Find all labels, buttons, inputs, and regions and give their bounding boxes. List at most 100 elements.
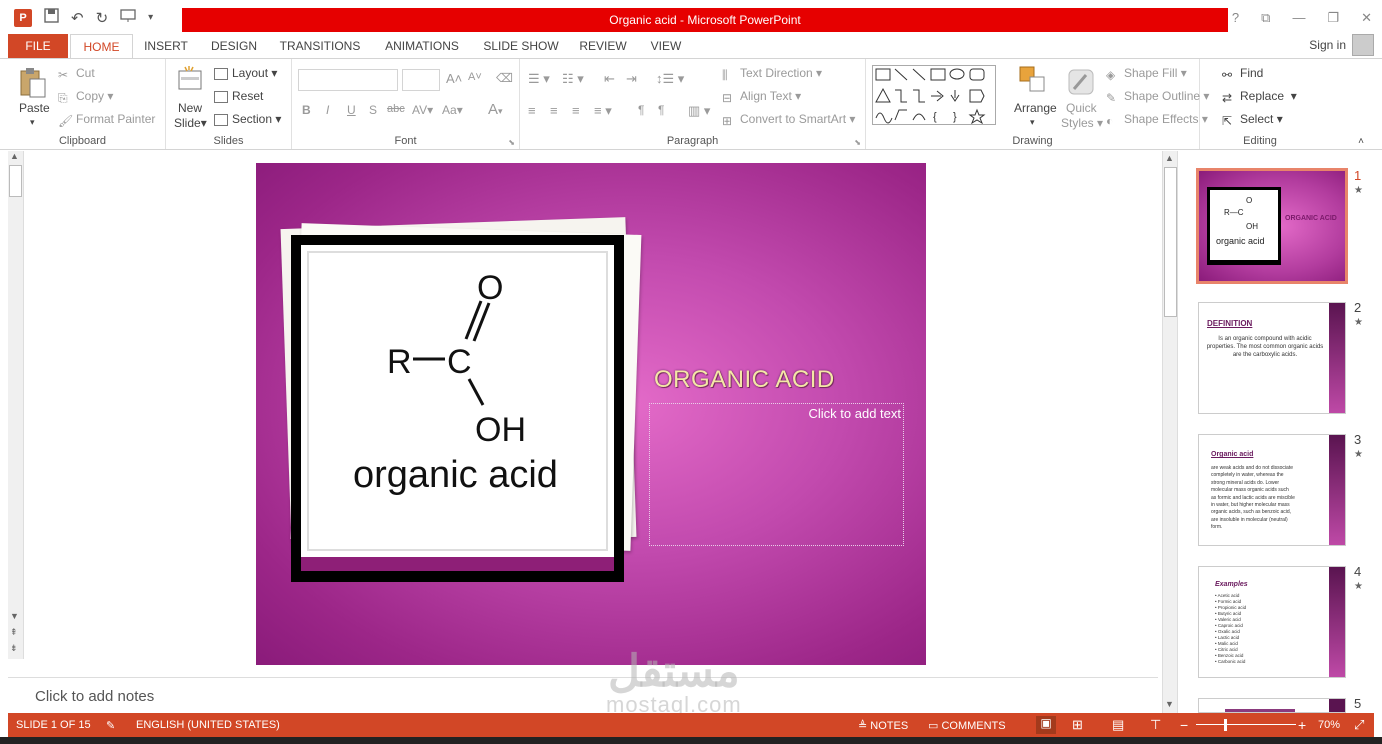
slide-sorter-icon[interactable]: ⊞ [1072, 717, 1083, 733]
normal-view-icon[interactable]: ▣ [1036, 716, 1056, 734]
organic-acid-structure-image[interactable]: R C O OH organic acid [307, 251, 608, 551]
paste-dropdown-icon[interactable]: ▾ [30, 117, 35, 128]
section-button[interactable]: Section ▾ [214, 112, 281, 126]
convert-smartart-button[interactable]: ⊞ Convert to SmartArt ▾ [722, 112, 855, 128]
slideshow-view-icon[interactable]: ⊤ [1150, 717, 1161, 733]
powerpoint-logo-icon[interactable]: P [14, 8, 32, 27]
comments-button[interactable]: ▭ COMMENTS [928, 719, 1006, 732]
ribbon-display-icon[interactable]: ⧉ [1261, 10, 1270, 26]
tab-slide-show[interactable]: SLIDE SHOW [481, 34, 561, 58]
previous-slide-icon[interactable]: ⇞ [10, 627, 18, 638]
save-icon[interactable] [44, 8, 59, 27]
tab-transitions[interactable]: TRANSITIONS [276, 34, 364, 58]
quick-styles-label-1[interactable]: Quick [1066, 101, 1097, 115]
thumb-scroll-up-icon[interactable]: ▲ [1165, 153, 1174, 163]
slide-title[interactable]: ORGANIC ACID [654, 366, 835, 394]
italic-button[interactable]: I [326, 103, 329, 117]
paragraph-dialog-launcher-icon[interactable]: ⬊ [854, 138, 861, 147]
text-direction-button[interactable]: ⫼ Text Direction ▾ [722, 66, 822, 82]
decrease-indent-icon[interactable]: ⇤ [604, 71, 615, 87]
bullets-icon[interactable]: ☰ ▾ [528, 71, 550, 87]
find-button[interactable]: ⚯ Find [1222, 66, 1263, 82]
bold-button[interactable]: B [302, 103, 311, 117]
tab-home[interactable]: HOME [70, 34, 133, 59]
undo-icon[interactable]: ↶ [71, 9, 84, 27]
font-name-input[interactable] [298, 69, 398, 91]
thumb-scroll-thumb[interactable] [1164, 167, 1177, 317]
slide-counter[interactable]: SLIDE 1 OF 15 [16, 719, 91, 731]
scroll-down-icon[interactable]: ▼ [10, 611, 19, 621]
rtl-icon[interactable]: ¶ [658, 103, 664, 117]
new-slide-icon[interactable] [176, 65, 204, 98]
thumb-scroll-down-icon[interactable]: ▼ [1165, 699, 1174, 709]
paste-icon[interactable] [18, 67, 48, 102]
quick-styles-icon[interactable] [1066, 67, 1096, 100]
slide-thumbnail-5[interactable] [1198, 698, 1346, 713]
ltr-icon[interactable]: ¶ [638, 103, 644, 117]
arrange-dropdown-icon[interactable]: ▾ [1030, 117, 1035, 128]
slide-thumbnail-3[interactable]: Organic acid are weak acids and do not d… [1198, 434, 1346, 546]
arrange-icon[interactable] [1018, 65, 1048, 98]
zoom-out-icon[interactable]: − [1180, 717, 1188, 733]
select-button[interactable]: ⇱ Select ▾ [1222, 112, 1283, 128]
close-icon[interactable]: ✕ [1361, 10, 1372, 26]
align-center-icon[interactable]: ≡ [550, 103, 558, 118]
restore-icon[interactable]: ❐ [1327, 10, 1339, 26]
format-painter-button[interactable]: 🖌 Format Painter [58, 112, 155, 128]
align-right-icon[interactable]: ≡ [572, 103, 580, 118]
zoom-slider-thumb[interactable] [1224, 719, 1227, 731]
replace-button[interactable]: ⇄ Replace ▾ [1222, 89, 1297, 105]
justify-icon[interactable]: ≡ ▾ [594, 103, 612, 119]
slide-thumbnail-4[interactable]: Examples • Acetic acid • Formic acid • Pro… [1198, 566, 1346, 678]
line-spacing-icon[interactable]: ↕☰ ▾ [656, 71, 684, 87]
underline-button[interactable]: U [347, 103, 356, 117]
clear-formatting-icon[interactable]: ⌫ [496, 71, 513, 85]
presentation-icon[interactable] [120, 8, 136, 27]
notes-button[interactable]: ≜ NOTES [858, 719, 908, 732]
shape-fill-button[interactable]: ◈ Shape Fill ▾ [1106, 66, 1187, 82]
fit-slide-icon[interactable]: ⤢ [1354, 717, 1364, 733]
cut-button[interactable]: ✂ Cut [58, 66, 95, 82]
layout-button[interactable]: Layout ▾ [214, 66, 277, 80]
tab-view[interactable]: VIEW [645, 34, 687, 58]
scroll-up-icon[interactable]: ▲ [10, 151, 19, 161]
tab-file[interactable]: FILE [8, 34, 68, 58]
shrink-font-icon[interactable]: A˅ [468, 71, 482, 83]
font-dialog-launcher-icon[interactable]: ⬊ [508, 138, 515, 147]
shape-outline-button[interactable]: ✎ Shape Outline ▾ [1106, 89, 1209, 105]
collapse-ribbon-icon[interactable]: ˄ [1358, 136, 1364, 147]
change-case-button[interactable]: Aa▾ [442, 103, 463, 117]
tab-design[interactable]: DESIGN [205, 34, 263, 58]
slide-thumbnail-2[interactable]: DEFINITION Is an organic compound with a… [1198, 302, 1346, 414]
reset-button[interactable]: Reset [214, 89, 263, 103]
current-slide[interactable]: R C O OH organic acid ORGANIC ACID Click… [256, 163, 926, 665]
quick-styles-button[interactable]: Styles ▾ [1061, 116, 1103, 130]
char-spacing-button[interactable]: AV▾ [412, 103, 433, 117]
font-size-input[interactable] [402, 69, 440, 91]
next-slide-icon[interactable]: ⇟ [10, 643, 18, 654]
customize-qat-icon[interactable]: ▾ [148, 12, 153, 23]
copy-button[interactable]: ⎘ Copy ▾ [58, 89, 113, 105]
zoom-in-icon[interactable]: + [1298, 717, 1306, 733]
shapes-gallery[interactable]: {} [872, 65, 996, 125]
slide-thumbnail-1[interactable]: R—C O OH organic acid ORGANIC ACID [1196, 168, 1348, 284]
zoom-slider[interactable] [1196, 724, 1296, 725]
thumbnail-scrollbar[interactable]: ▲ ▼ [1162, 151, 1178, 713]
tab-review[interactable]: REVIEW [576, 34, 630, 58]
columns-icon[interactable]: ▥ ▾ [688, 103, 710, 119]
sign-in-link[interactable]: Sign in [1309, 38, 1346, 52]
font-color-button[interactable]: A▾ [488, 101, 503, 118]
new-slide-label-1[interactable]: New [178, 101, 202, 115]
avatar[interactable] [1352, 34, 1374, 56]
grow-font-icon[interactable]: A˄ [446, 71, 462, 86]
minimize-icon[interactable]: — [1292, 10, 1305, 26]
notes-input[interactable]: Click to add notes [35, 688, 154, 705]
subtitle-placeholder[interactable]: Click to add text [649, 403, 904, 546]
arrange-button[interactable]: Arrange [1014, 101, 1057, 115]
notes-separator[interactable] [8, 677, 1158, 678]
reading-view-icon[interactable]: ▤ [1112, 717, 1124, 733]
increase-indent-icon[interactable]: ⇥ [626, 71, 637, 87]
paste-button[interactable]: Paste [19, 101, 50, 115]
new-slide-button[interactable]: Slide▾ [174, 116, 207, 130]
strikethrough-button[interactable]: abc [387, 103, 405, 115]
